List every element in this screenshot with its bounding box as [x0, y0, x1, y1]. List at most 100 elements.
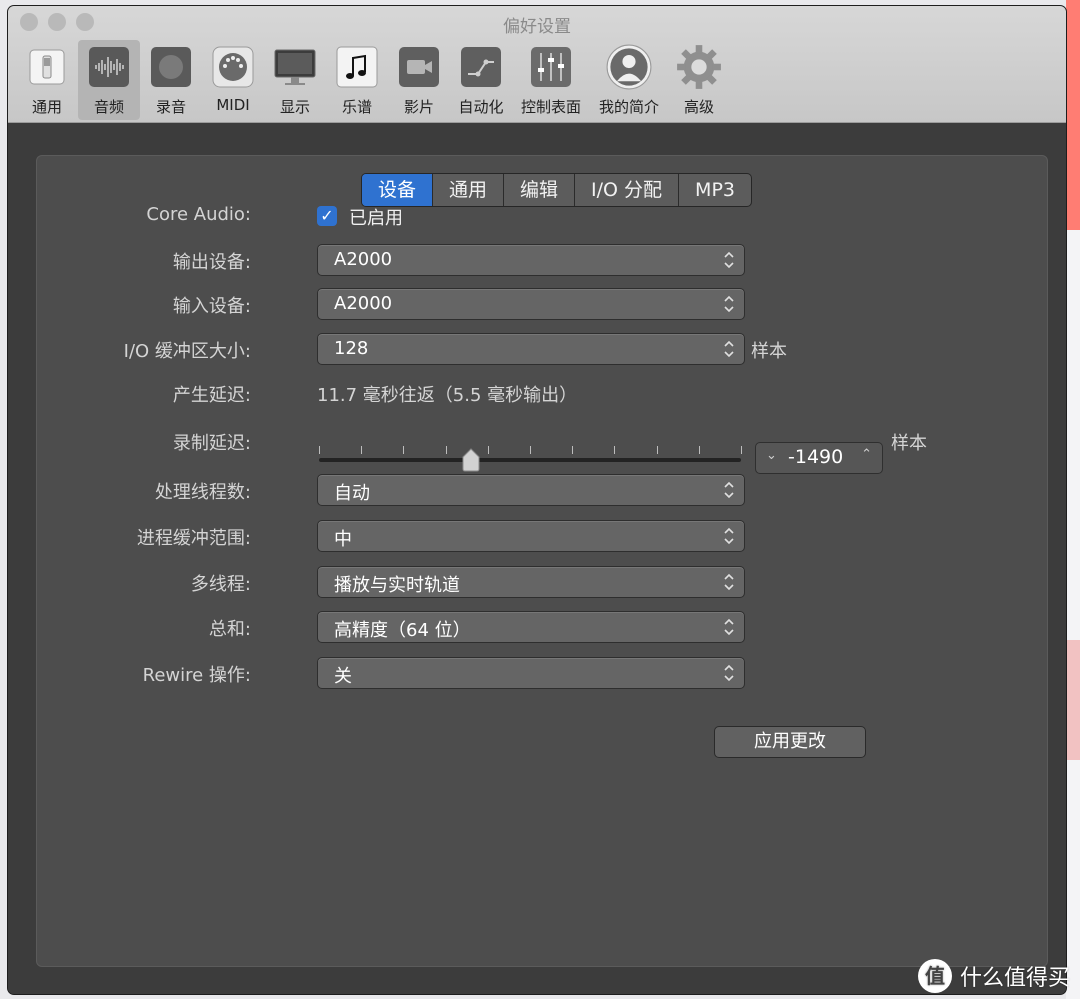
- slider-tick: [530, 446, 531, 454]
- io-buffer-label: I/O 缓冲区大小:: [123, 341, 251, 362]
- summing-select[interactable]: 高精度（64 位）: [317, 611, 745, 643]
- toolbar-label: 显示: [279, 98, 310, 116]
- output-device-label: 输出设备:: [172, 252, 251, 273]
- multithreading-label: 多线程:: [190, 574, 251, 595]
- music-note-icon: [336, 46, 378, 88]
- watermark-badge: 值: [917, 959, 952, 993]
- watermark-text: 什么值得买: [959, 966, 1070, 991]
- toolbar-item-automation[interactable]: 自动化: [450, 40, 512, 120]
- toolbar-label: 音频: [93, 98, 124, 116]
- output-device-select[interactable]: A2000: [317, 244, 745, 276]
- toolbar-label: 高级: [683, 98, 714, 116]
- slider-tick: [361, 446, 362, 454]
- preferences-toolbar: 通用 音频 录音 MIDI 显示 乐谱 影片 自动化 控制表面 我的简介 高级: [16, 40, 730, 120]
- toolbar-item-recording[interactable]: 录音: [140, 40, 202, 120]
- latency-value: 11.7 毫秒往返（5.5 毫秒输出）: [317, 385, 578, 406]
- toolbar-item-movie[interactable]: 影片: [388, 40, 450, 120]
- up-down-chevron-icon: [724, 481, 734, 499]
- rewire-value: 关: [334, 666, 352, 687]
- record-delay-stepper[interactable]: ⌄ -1490 ⌃: [755, 442, 883, 474]
- slider-tick: [446, 446, 447, 454]
- slider-tick: [614, 446, 615, 454]
- automation-icon: [461, 47, 501, 87]
- process-buffer-value: 中: [334, 529, 352, 550]
- chevron-down-icon[interactable]: ⌄: [766, 448, 777, 463]
- multithreading-select[interactable]: 播放与实时轨道: [317, 566, 745, 598]
- rewire-select[interactable]: 关: [317, 657, 745, 689]
- user-silhouette-icon: [606, 44, 652, 90]
- toolbar-item-display[interactable]: 显示: [264, 40, 326, 120]
- window-title: 偏好设置: [503, 17, 571, 37]
- process-buffer-select[interactable]: 中: [317, 520, 745, 552]
- toolbar-label: 我的简介: [598, 98, 659, 116]
- toolbar-label: 控制表面: [520, 98, 581, 116]
- backdrop-tint: [1066, 640, 1080, 760]
- io-buffer-select[interactable]: 128: [317, 333, 745, 365]
- io-buffer-value: 128: [334, 338, 369, 359]
- record-delay-slider[interactable]: [319, 458, 741, 462]
- toolbar-label: 影片: [403, 98, 434, 116]
- waveform-icon: [89, 47, 129, 87]
- tab-mp3[interactable]: MP3: [679, 174, 751, 206]
- midi-port-icon: [212, 46, 254, 88]
- toolbar-item-score[interactable]: 乐谱: [326, 40, 388, 120]
- core-audio-label: Core Audio:: [146, 204, 251, 225]
- toolbar-label: MIDI: [216, 96, 250, 114]
- input-device-value: A2000: [334, 293, 393, 314]
- backdrop-tint: [1066, 0, 1080, 230]
- tab-general[interactable]: 通用: [433, 174, 505, 206]
- title-bar: 偏好设置 通用 音频 录音 MIDI 显示 乐谱 影片 自动化 控制表面 我的简…: [8, 6, 1066, 123]
- tab-io-assignments[interactable]: I/O 分配: [575, 174, 680, 206]
- faders-icon: [531, 47, 571, 87]
- site-watermark: 值 什么值得买: [917, 959, 1070, 993]
- toolbar-item-general[interactable]: 通用: [16, 40, 78, 120]
- video-camera-icon: [399, 47, 439, 87]
- toolbar-item-control-surfaces[interactable]: 控制表面: [512, 40, 590, 120]
- tab-editing[interactable]: 编辑: [504, 174, 576, 206]
- chevron-up-icon[interactable]: ⌃: [861, 447, 872, 462]
- tab-devices[interactable]: 设备: [362, 174, 434, 206]
- slider-tick: [657, 446, 658, 454]
- apply-changes-button[interactable]: 应用更改: [714, 726, 866, 758]
- desktop-backdrop: [1066, 0, 1080, 999]
- threads-value: 自动: [334, 483, 370, 504]
- record-delay-label: 录制延迟:: [172, 433, 251, 454]
- core-audio-checkbox[interactable]: ✓: [317, 206, 337, 226]
- up-down-chevron-icon: [724, 527, 734, 545]
- summing-label: 总和:: [208, 619, 251, 640]
- up-down-chevron-icon: [724, 340, 734, 358]
- slider-tick: [319, 446, 320, 454]
- toolbar-item-audio[interactable]: 音频: [78, 40, 140, 120]
- up-down-chevron-icon: [724, 618, 734, 636]
- record-icon: [151, 47, 191, 87]
- latency-label: 产生延迟:: [172, 385, 251, 406]
- toolbar-item-my-info[interactable]: 我的简介: [590, 40, 668, 120]
- toolbar-label: 自动化: [458, 98, 504, 116]
- slider-tick: [403, 446, 404, 454]
- input-device-select[interactable]: A2000: [317, 288, 745, 320]
- toolbar-item-advanced[interactable]: 高级: [668, 40, 730, 120]
- multithreading-value: 播放与实时轨道: [334, 575, 460, 596]
- preferences-content: 设备 通用 编辑 I/O 分配 MP3 Core Audio: ✓ 已启用 输出…: [8, 123, 1066, 994]
- monitor-icon: [274, 49, 316, 85]
- slider-tick: [488, 446, 489, 454]
- up-down-chevron-icon: [724, 251, 734, 269]
- rewire-label: Rewire 操作:: [142, 665, 251, 686]
- slider-thumb[interactable]: [460, 448, 482, 472]
- audio-tabs: 设备 通用 编辑 I/O 分配 MP3: [361, 173, 752, 207]
- process-buffer-label: 进程缓冲范围:: [136, 528, 251, 549]
- up-down-chevron-icon: [724, 573, 734, 591]
- toolbar-item-midi[interactable]: MIDI: [202, 40, 264, 120]
- threads-label: 处理线程数:: [154, 482, 251, 503]
- gear-icon: [677, 45, 721, 89]
- preferences-window: 偏好设置 通用 音频 录音 MIDI 显示 乐谱 影片 自动化 控制表面 我的简…: [8, 6, 1066, 994]
- up-down-chevron-icon: [724, 295, 734, 313]
- slider-tick: [741, 446, 742, 454]
- toolbar-label: 乐谱: [341, 98, 372, 116]
- threads-select[interactable]: 自动: [317, 474, 745, 506]
- up-down-chevron-icon: [724, 664, 734, 682]
- core-audio-checkbox-label[interactable]: 已启用: [349, 204, 403, 230]
- slider-tick: [572, 446, 573, 454]
- input-device-label: 输入设备:: [172, 296, 251, 317]
- record-delay-value: -1490: [788, 446, 844, 468]
